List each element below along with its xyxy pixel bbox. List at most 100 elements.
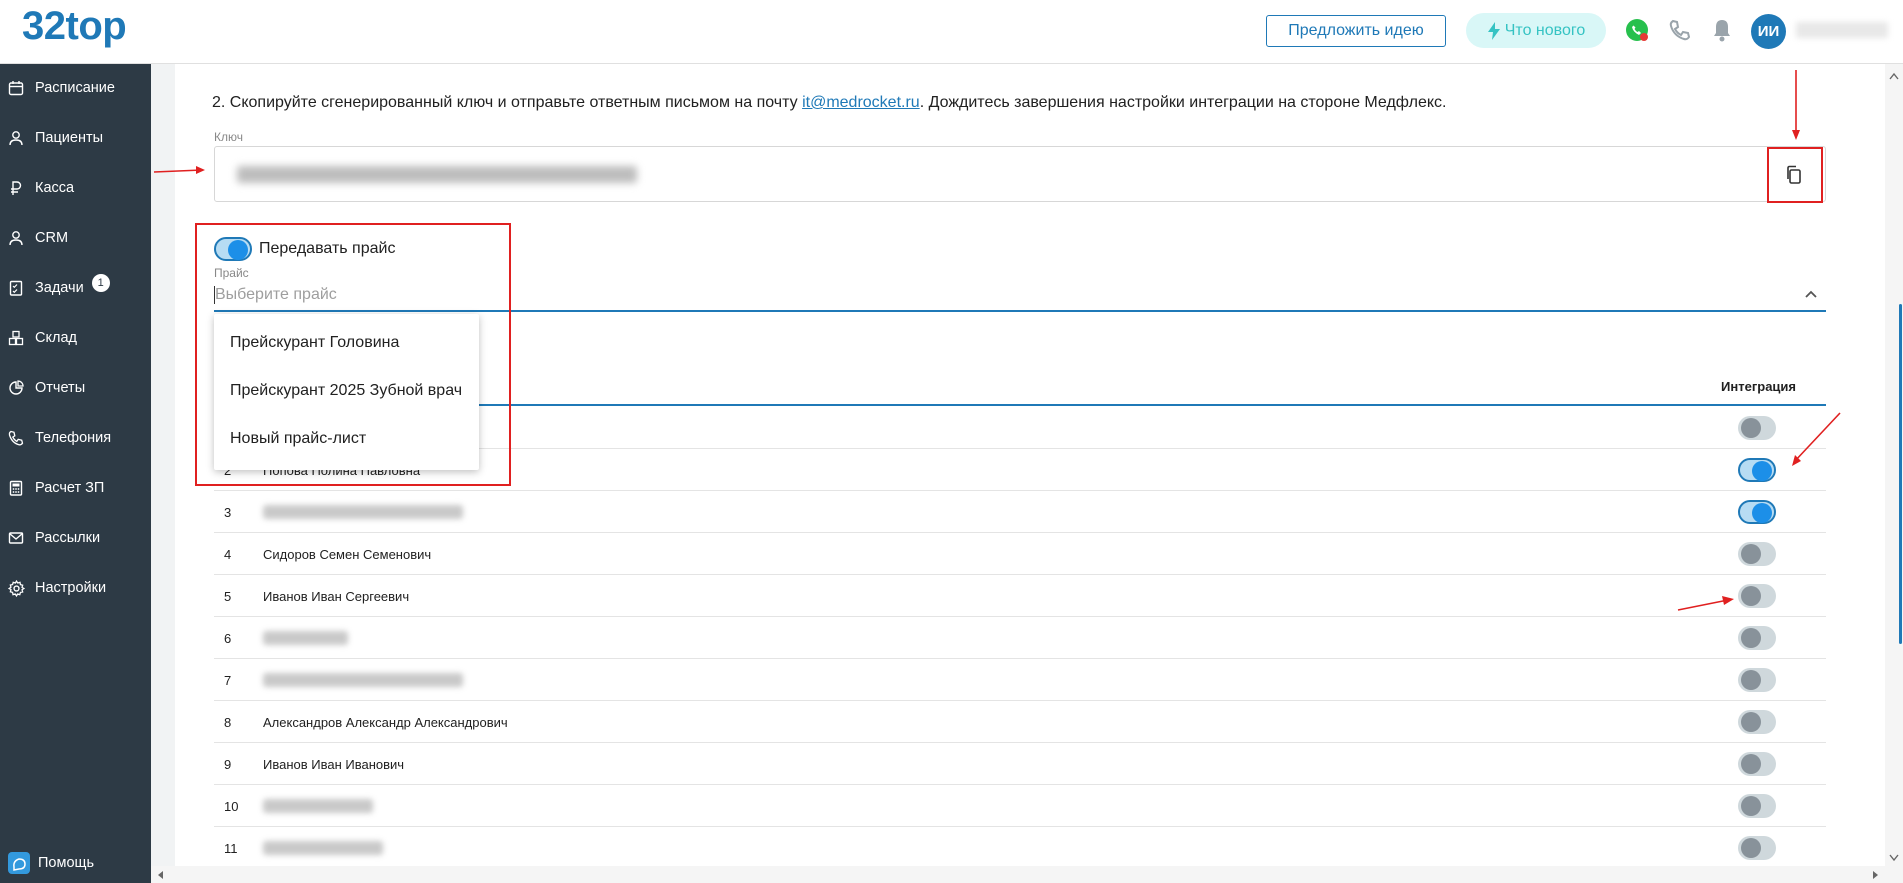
scroll-down-icon[interactable]	[1889, 854, 1899, 862]
logo[interactable]: 32top	[22, 4, 127, 49]
sidebar-item-patients[interactable]: Пациенты	[0, 120, 151, 156]
sidebar-item-label: CRM	[35, 230, 69, 246]
integration-toggle[interactable]	[1738, 500, 1776, 524]
row-number: 8	[224, 715, 232, 730]
doctor-name-redacted	[263, 673, 463, 687]
scroll-right-icon[interactable]	[1872, 870, 1880, 880]
sidebar-item-label: Касса	[35, 180, 75, 196]
avatar[interactable]: ИИ	[1751, 14, 1786, 49]
key-label: Ключ	[214, 130, 243, 144]
calculator-icon	[6, 478, 26, 498]
row-number: 6	[224, 631, 232, 646]
table-row: 5 Иванов Иван Сергеевич	[214, 575, 1826, 617]
whatsapp-icon[interactable]	[1623, 16, 1651, 44]
calendar-icon	[6, 78, 26, 98]
row-number: 3	[224, 505, 232, 520]
integration-toggle[interactable]	[1738, 542, 1776, 566]
whats-new-button[interactable]: Что нового	[1466, 13, 1606, 48]
sidebar-item-label: Телефония	[35, 430, 112, 446]
help-button[interactable]: Помощь	[8, 852, 94, 874]
top-header: 32top Предложить идею Что нового ИИ	[0, 0, 1903, 64]
sidebar-item-label: Настройки	[35, 580, 107, 596]
pie-chart-icon	[6, 378, 26, 398]
sidebar-item-schedule[interactable]: Расписание	[0, 70, 151, 106]
row-number: 4	[224, 547, 232, 562]
email-link[interactable]: it@medrocket.ru	[802, 94, 920, 111]
integration-toggle[interactable]	[1738, 584, 1776, 608]
table-row: 10	[214, 785, 1826, 827]
user-icon	[6, 128, 26, 148]
table-row: 9 Иванов Иван Иванович	[214, 743, 1826, 785]
scroll-left-icon[interactable]	[156, 870, 164, 880]
annotation-box-price	[195, 223, 511, 486]
doctor-name: Иванов Иван Сергеевич	[263, 589, 410, 604]
annotation-arrow	[1677, 596, 1734, 611]
vertical-scrollbar[interactable]	[1885, 64, 1903, 883]
phone-icon	[6, 428, 26, 448]
key-field[interactable]	[214, 146, 1826, 202]
doctor-name: Иванов Иван Иванович	[263, 757, 405, 772]
sidebar-item-tasks[interactable]: Задачи 1	[0, 270, 151, 306]
sidebar-item-warehouse[interactable]: Склад	[0, 320, 151, 356]
doctor-name-redacted	[263, 799, 373, 813]
annotation-arrow	[153, 166, 205, 174]
row-number: 7	[224, 673, 232, 688]
sidebar-item-reports[interactable]: Отчеты	[0, 370, 151, 406]
sidebar-item-label: Расчет ЗП	[35, 480, 105, 496]
table-row: 11	[214, 827, 1826, 869]
boxes-icon	[6, 328, 26, 348]
sidebar-item-settings[interactable]: Настройки	[0, 570, 151, 606]
row-number: 9	[224, 757, 232, 772]
integration-toggle[interactable]	[1738, 710, 1776, 734]
sidebar-item-label: Задачи	[35, 280, 84, 296]
integration-toggle[interactable]	[1738, 836, 1776, 860]
instruction-after: . Дождитесь завершения настройки интегра…	[919, 94, 1447, 111]
doctor-name: Сидоров Семен Семенович	[263, 547, 432, 562]
doctor-name: Александров Александр Александрович	[263, 715, 508, 730]
scroll-up-icon[interactable]	[1889, 72, 1899, 80]
annotation-arrow	[1792, 412, 1841, 466]
tasks-icon	[6, 278, 26, 298]
sidebar-item-payroll[interactable]: Расчет ЗП	[0, 470, 151, 506]
horizontal-scrollbar[interactable]	[151, 866, 1885, 883]
suggest-idea-button[interactable]: Предложить идею	[1266, 15, 1446, 47]
row-number: 11	[224, 841, 238, 856]
help-label: Помощь	[38, 855, 95, 871]
phone-icon[interactable]	[1666, 16, 1694, 44]
user-name-redacted[interactable]	[1796, 22, 1888, 38]
sidebar-item-label: Рассылки	[35, 530, 101, 546]
sidebar-item-label: Склад	[35, 330, 77, 346]
bell-icon[interactable]	[1708, 16, 1736, 44]
row-number: 10	[224, 799, 239, 814]
integration-toggle[interactable]	[1738, 626, 1776, 650]
integration-toggle[interactable]	[1738, 794, 1776, 818]
instruction-text: 2. Скопируйте сгенерированный ключ и отп…	[212, 94, 1446, 112]
integration-toggle[interactable]	[1738, 458, 1776, 482]
sidebar-item-telephony[interactable]: Телефония	[0, 420, 151, 456]
user-icon	[6, 228, 26, 248]
mail-icon	[6, 528, 26, 548]
sidebar-item-mailings[interactable]: Рассылки	[0, 520, 151, 556]
whats-new-label: Что нового	[1504, 21, 1586, 39]
scroll-thumb[interactable]	[1899, 304, 1902, 644]
lightning-icon	[1487, 21, 1500, 40]
table-row: 3	[214, 491, 1826, 533]
key-value-redacted	[237, 166, 637, 183]
sidebar: Расписание Пациенты Касса CRM Задачи 1 С…	[0, 64, 151, 883]
doctor-name-redacted	[263, 841, 383, 855]
chevron-up-icon[interactable]	[1804, 287, 1818, 301]
gear-icon	[6, 578, 26, 598]
tasks-count-badge: 1	[91, 274, 110, 292]
help-chat-icon	[8, 852, 30, 874]
table-row: 4 Сидоров Семен Семенович	[214, 533, 1826, 575]
table-row: 6	[214, 617, 1826, 659]
integration-column-header: Интеграция	[1721, 379, 1796, 394]
integration-toggle[interactable]	[1738, 416, 1776, 440]
integration-toggle[interactable]	[1738, 668, 1776, 692]
ruble-icon	[6, 178, 26, 198]
sidebar-item-crm[interactable]: CRM	[0, 220, 151, 256]
integration-toggle[interactable]	[1738, 752, 1776, 776]
row-number: 5	[224, 589, 232, 604]
sidebar-item-label: Расписание	[35, 80, 115, 96]
sidebar-item-cash[interactable]: Касса	[0, 170, 151, 206]
